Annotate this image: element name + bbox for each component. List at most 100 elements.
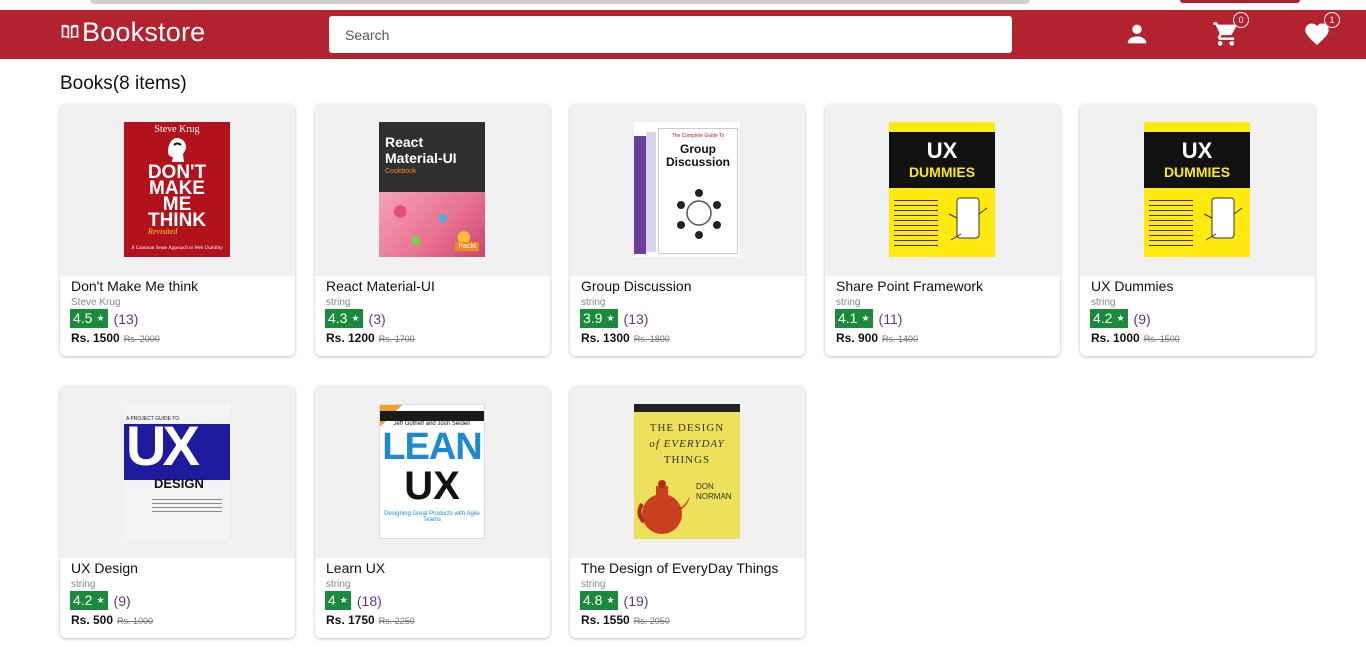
cover-text: Cookbook xyxy=(385,168,417,175)
book-image-area: A PROJECT GUIDE TO UX DESIGN xyxy=(60,386,295,558)
book-title[interactable]: The Design of EveryDay Things xyxy=(581,560,778,576)
review-count: (13) xyxy=(113,310,139,327)
book-title[interactable]: Group Discussion xyxy=(581,278,692,294)
rating: 4.2 ★ (9) xyxy=(1090,309,1151,328)
cover-lines xyxy=(152,496,222,512)
current-price: Rs. 1500 xyxy=(71,331,120,345)
original-price: Rs. 2050 xyxy=(633,616,670,626)
cart-count-badge: 0 xyxy=(1233,12,1249,28)
book-title[interactable]: UX Design xyxy=(71,560,138,576)
rating: 4.1 ★ (11) xyxy=(835,309,902,328)
book-card[interactable]: UX DUMMIES UX Dummies string 4.2 ★ (9) Rs.… xyxy=(1080,104,1315,356)
book-card[interactable]: The Complete Guide To Group Discussion Gr… xyxy=(570,104,805,356)
star-icon: ★ xyxy=(351,313,360,323)
book-image-area: Jeff Gothelf and Josh Seiden LEAN UX Des… xyxy=(315,386,550,558)
star-icon: ★ xyxy=(606,595,615,605)
book-author: string xyxy=(836,297,861,308)
book-title[interactable]: Don't Make Me think xyxy=(71,278,198,294)
cover-text: DESIGN xyxy=(154,476,204,491)
book-title[interactable]: React Material-UI xyxy=(326,278,435,294)
cover-text: THE DESIGN of EVERYDAY THINGS xyxy=(649,422,725,466)
book-author: string xyxy=(581,579,606,590)
book-title[interactable]: Learn UX xyxy=(326,560,385,576)
book-cover: Jeff Gothelf and Josh Seiden LEAN UX Des… xyxy=(379,404,485,539)
wishlist-button[interactable]: 1 xyxy=(1303,12,1340,48)
book-front: The Complete Guide To Group Discussion xyxy=(658,128,738,254)
cart-button[interactable]: 0 xyxy=(1212,12,1249,48)
book-cover: The Complete Guide To Group Discussion xyxy=(634,122,740,257)
star-icon: ★ xyxy=(339,595,348,605)
cover-text: UX xyxy=(404,464,460,508)
book-card[interactable]: UX DUMMIES Share Point Framework string … xyxy=(825,104,1060,356)
review-count: (9) xyxy=(1133,310,1151,327)
rating: 4.8 ★ (19) xyxy=(580,591,648,610)
book-cover: UX DUMMIES xyxy=(889,122,995,257)
teapot-illustration xyxy=(637,480,690,534)
current-price: Rs. 1750 xyxy=(326,613,375,627)
rating-badge: 4.8 ★ xyxy=(580,591,618,610)
book-card[interactable]: THE DESIGN of EVERYDAY THINGS DON NORMAN Th… xyxy=(570,386,805,638)
original-price: Rs. 1000 xyxy=(117,616,154,626)
star-icon: ★ xyxy=(1116,313,1125,323)
book-author: string xyxy=(1091,297,1116,308)
current-price: Rs. 1300 xyxy=(581,331,630,345)
book-card[interactable]: A PROJECT GUIDE TO UX DESIGN UX Design s… xyxy=(60,386,295,638)
rating-badge: 4.2 ★ xyxy=(1090,309,1128,328)
rating: 3.9 ★ (13) xyxy=(580,309,648,328)
rating-badge: 3.9 ★ xyxy=(580,309,618,328)
book-author: string xyxy=(71,579,96,590)
brand-name: Bookstore xyxy=(82,16,206,47)
current-price: Rs. 1550 xyxy=(581,613,630,627)
cover-text: Steve Krug xyxy=(154,124,200,135)
book-card[interactable]: Steve Krug DON'T MAKE ME THINK Revisited A … xyxy=(60,104,295,356)
book-cover: Steve Krug DON'T MAKE ME THINK Revisited A … xyxy=(124,122,230,257)
rating: 4.5 ★ (13) xyxy=(70,309,138,328)
review-count: (3) xyxy=(368,310,386,327)
wishlist-count-badge: 1 xyxy=(1324,12,1340,28)
account-button[interactable] xyxy=(1123,20,1151,48)
book-card[interactable]: Jeff Gothelf and Josh Seiden LEAN UX Des… xyxy=(315,386,550,638)
price: Rs. 1300 Rs. 1800 xyxy=(581,331,670,345)
book-title[interactable]: UX Dummies xyxy=(1091,278,1173,294)
book-spine xyxy=(634,136,646,254)
price: Rs. 900 Rs. 1400 xyxy=(836,331,918,345)
book-image-area: The Complete Guide To Group Discussion xyxy=(570,104,805,276)
rating-badge: 4.5 ★ xyxy=(70,309,108,328)
original-price: Rs. 2250 xyxy=(378,616,415,626)
cover-text: Packt xyxy=(455,242,479,251)
people-illustration xyxy=(677,189,721,239)
scroll-edge xyxy=(90,0,1030,4)
book-image-area: Steve Krug DON'T MAKE ME THINK Revisited A … xyxy=(60,104,295,276)
brand-logo[interactable]: Bookstore xyxy=(60,16,205,48)
cover-band xyxy=(634,404,740,412)
original-price: Rs. 1400 xyxy=(882,334,919,344)
book-image-area: UX DUMMIES xyxy=(1080,104,1315,276)
book-spine xyxy=(646,132,656,252)
cover-text: UX xyxy=(126,414,200,477)
person-icon xyxy=(1127,24,1147,44)
rating-badge: 4.3 ★ xyxy=(325,309,363,328)
book-card[interactable]: React Material-UI Cookbook Packt React Ma… xyxy=(315,104,550,356)
book-cover: UX DUMMIES xyxy=(1144,122,1250,257)
current-price: Rs. 1000 xyxy=(1091,331,1140,345)
cover-band: UX DUMMIES xyxy=(889,132,995,188)
review-count: (18) xyxy=(356,592,382,609)
rating-badge: 4.1 ★ xyxy=(835,309,873,328)
price: Rs. 1200 Rs. 1700 xyxy=(326,331,415,345)
phone-sketch xyxy=(948,197,988,241)
book-cover: React Material-UI Cookbook Packt xyxy=(379,122,485,257)
search-input[interactable] xyxy=(329,16,1012,53)
book-title[interactable]: Share Point Framework xyxy=(836,278,983,294)
cover-band: UX DUMMIES xyxy=(1144,132,1250,188)
review-count: (11) xyxy=(878,310,903,327)
price: Rs. 500 Rs. 1000 xyxy=(71,613,153,627)
cover-band xyxy=(380,411,484,421)
original-price: Rs. 1500 xyxy=(1143,334,1180,344)
star-icon: ★ xyxy=(96,313,105,323)
app-header: Bookstore 0 1 xyxy=(0,10,1366,59)
price: Rs. 1500 Rs. 2000 xyxy=(71,331,160,345)
scroll-edge-accent xyxy=(1180,0,1300,3)
book-author: string xyxy=(326,579,351,590)
cover-text: Designing Great Products with Agile Team… xyxy=(384,511,480,523)
cover-text: Revisited xyxy=(148,227,178,236)
